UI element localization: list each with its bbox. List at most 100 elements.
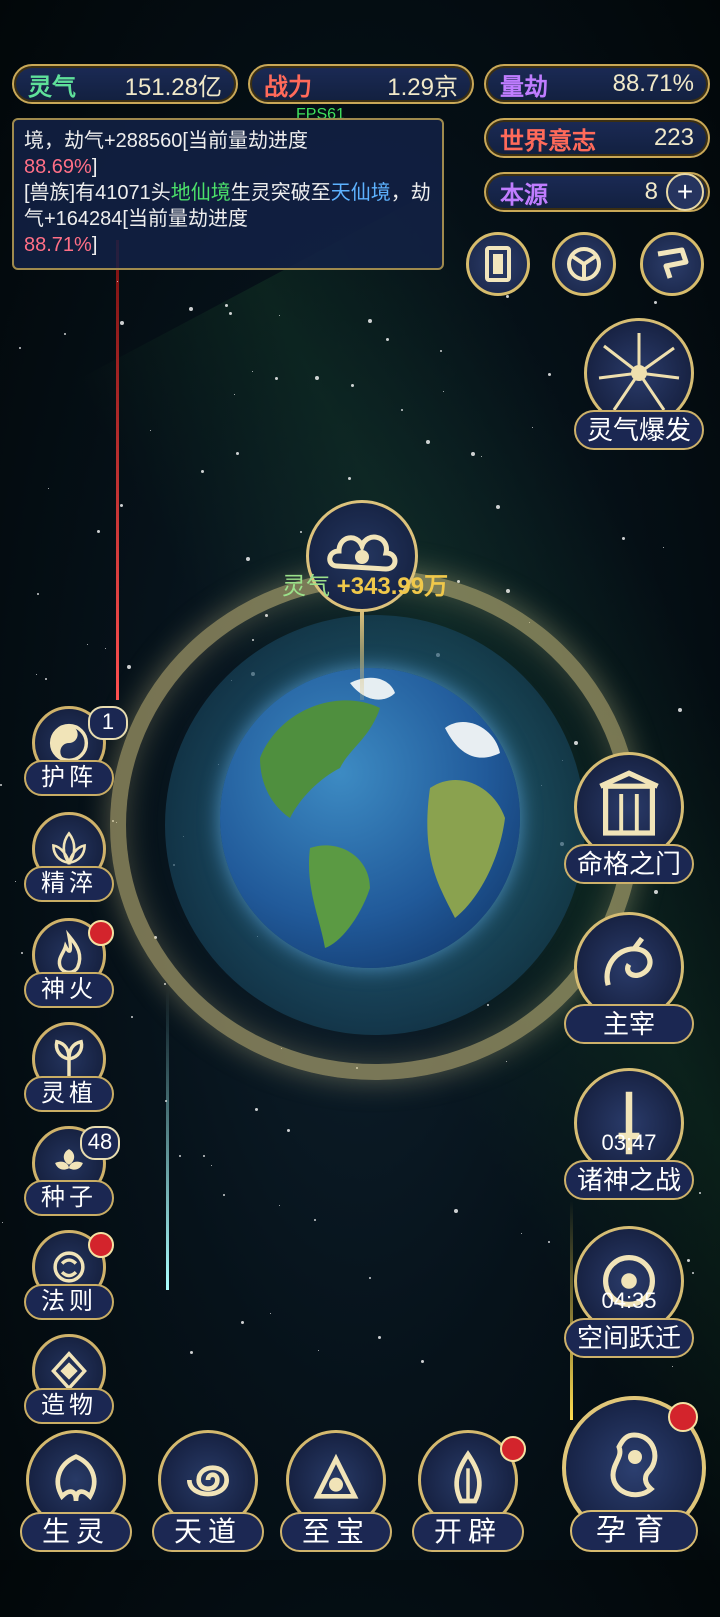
star — [275, 377, 278, 380]
phoenix-icon — [55, 1454, 97, 1502]
add-benyuan-button[interactable]: + — [666, 173, 704, 211]
star — [496, 505, 500, 509]
dragon-icon — [604, 936, 653, 986]
left-menu-item-0[interactable]: 护阵 1 — [24, 706, 128, 802]
star — [351, 384, 354, 387]
benyuan-label: 本源 — [500, 179, 548, 209]
left-menu-item-5[interactable]: 法则 — [24, 1230, 114, 1326]
star — [672, 1366, 673, 1367]
benyuan-stat[interactable]: 本源 8 + — [484, 172, 710, 212]
star — [506, 295, 509, 298]
left-menu-label: 造物 — [24, 1388, 114, 1424]
star — [105, 648, 106, 649]
star — [21, 952, 23, 954]
right-menu-item-3[interactable]: 04:35 空间跃迁 — [564, 1226, 694, 1358]
star — [279, 1205, 280, 1206]
star — [150, 430, 151, 431]
card-button[interactable] — [466, 232, 530, 296]
left-menu-label: 法则 — [24, 1284, 114, 1320]
star — [201, 470, 204, 473]
embryo-icon — [610, 1432, 658, 1498]
planet-earth[interactable] — [220, 668, 520, 968]
treasure-icon — [313, 1453, 359, 1499]
star — [246, 557, 250, 561]
right-menu-timer: 04:35 — [601, 1288, 657, 1313]
flag-icon — [657, 247, 689, 279]
star — [255, 1108, 258, 1111]
star — [64, 333, 66, 335]
shijie-yizhi-label: 世界意志 — [500, 125, 596, 155]
star — [506, 1061, 507, 1062]
log-realm-dixian: 地仙境 — [170, 182, 231, 204]
zhanli-label: 战力 — [264, 71, 312, 101]
star — [548, 1241, 550, 1243]
star — [378, 1336, 381, 1339]
star — [369, 1277, 371, 1279]
lingqi-burst-button[interactable]: 灵气爆发 — [574, 318, 704, 450]
right-menu-item-0[interactable]: 命格之门 — [564, 752, 694, 884]
left-menu-item-2[interactable]: 神火 — [24, 918, 114, 1014]
star — [314, 1219, 316, 1221]
star — [318, 1350, 319, 1351]
bottom-menu-item-3[interactable]: 开辟 — [408, 1430, 528, 1554]
flag-button[interactable] — [640, 232, 704, 296]
star — [506, 589, 510, 593]
left-menu-label: 种子 — [24, 1180, 114, 1216]
shijie-yizhi-value: 223 — [653, 124, 694, 151]
right-menu-label: 主宰 — [564, 1004, 694, 1044]
log-line1-end: ] — [91, 156, 98, 178]
star — [236, 452, 239, 455]
left-menu-label: 灵植 — [24, 1076, 114, 1112]
left-menu-item-3[interactable]: 灵植 — [24, 1022, 114, 1118]
zhanli-value: 1.29京 — [387, 73, 458, 101]
star — [368, 319, 372, 323]
bottom-menu-item-0[interactable]: 生灵 — [16, 1430, 136, 1554]
right-menu-item-1[interactable]: 主宰 — [564, 912, 694, 1044]
star — [532, 427, 533, 428]
left-menu-label: 精淬 — [24, 866, 114, 902]
left-menu-item-1[interactable]: 精淬 — [24, 812, 114, 908]
star — [443, 391, 444, 392]
card-icon — [485, 246, 511, 282]
star — [19, 347, 21, 349]
bottom-menu-item-1[interactable]: 天道 — [148, 1430, 268, 1554]
star — [440, 350, 442, 352]
star — [699, 1192, 701, 1194]
star — [0, 784, 2, 786]
log-line2-end: ] — [91, 234, 98, 256]
vortex-icon — [567, 247, 601, 281]
bottom-menu-label: 天道 — [152, 1512, 264, 1552]
zhanli-stat[interactable]: 战力 1.29京 — [248, 64, 474, 104]
star — [120, 504, 123, 507]
right-menu-item-2[interactable]: 03:47 诸神之战 — [564, 1068, 694, 1200]
bottom-menu-label: 开辟 — [412, 1512, 524, 1552]
lingqi-stat[interactable]: 灵气 151.28亿 — [12, 64, 238, 104]
star — [36, 674, 37, 675]
lingqi-value: 151.28亿 — [124, 73, 222, 101]
vortex-button[interactable] — [552, 232, 616, 296]
star — [471, 452, 475, 456]
continents — [260, 677, 505, 948]
left-menu-item-6[interactable]: 造物 — [24, 1334, 114, 1430]
bottom-menu-alert-dot — [500, 1436, 526, 1462]
star — [454, 1209, 458, 1213]
cyan-beam — [166, 990, 169, 1290]
star — [287, 1129, 290, 1132]
liangjie-stat[interactable]: 量劫 88.71% — [484, 64, 710, 104]
star — [48, 488, 49, 489]
log-realm-tianxian: 天仙境 — [330, 182, 391, 204]
star — [421, 1360, 424, 1363]
star — [315, 376, 319, 380]
shijie-yizhi-stat[interactable]: 世界意志 223 — [484, 118, 710, 158]
star — [241, 1321, 244, 1324]
star — [190, 1351, 193, 1354]
star — [622, 537, 625, 540]
log-line1-pct: 88.69% — [24, 156, 92, 178]
yunyu-button[interactable]: 孕育 — [556, 1396, 712, 1556]
left-menu-item-4[interactable]: 种子 48 — [24, 1126, 120, 1222]
log-line1-text: 境，劫气+288560[当前量劫进度 — [24, 130, 308, 152]
star — [548, 373, 551, 376]
star — [165, 1100, 167, 1102]
bottom-menu-item-2[interactable]: 至宝 — [276, 1430, 396, 1554]
axe-icon — [454, 1450, 482, 1504]
